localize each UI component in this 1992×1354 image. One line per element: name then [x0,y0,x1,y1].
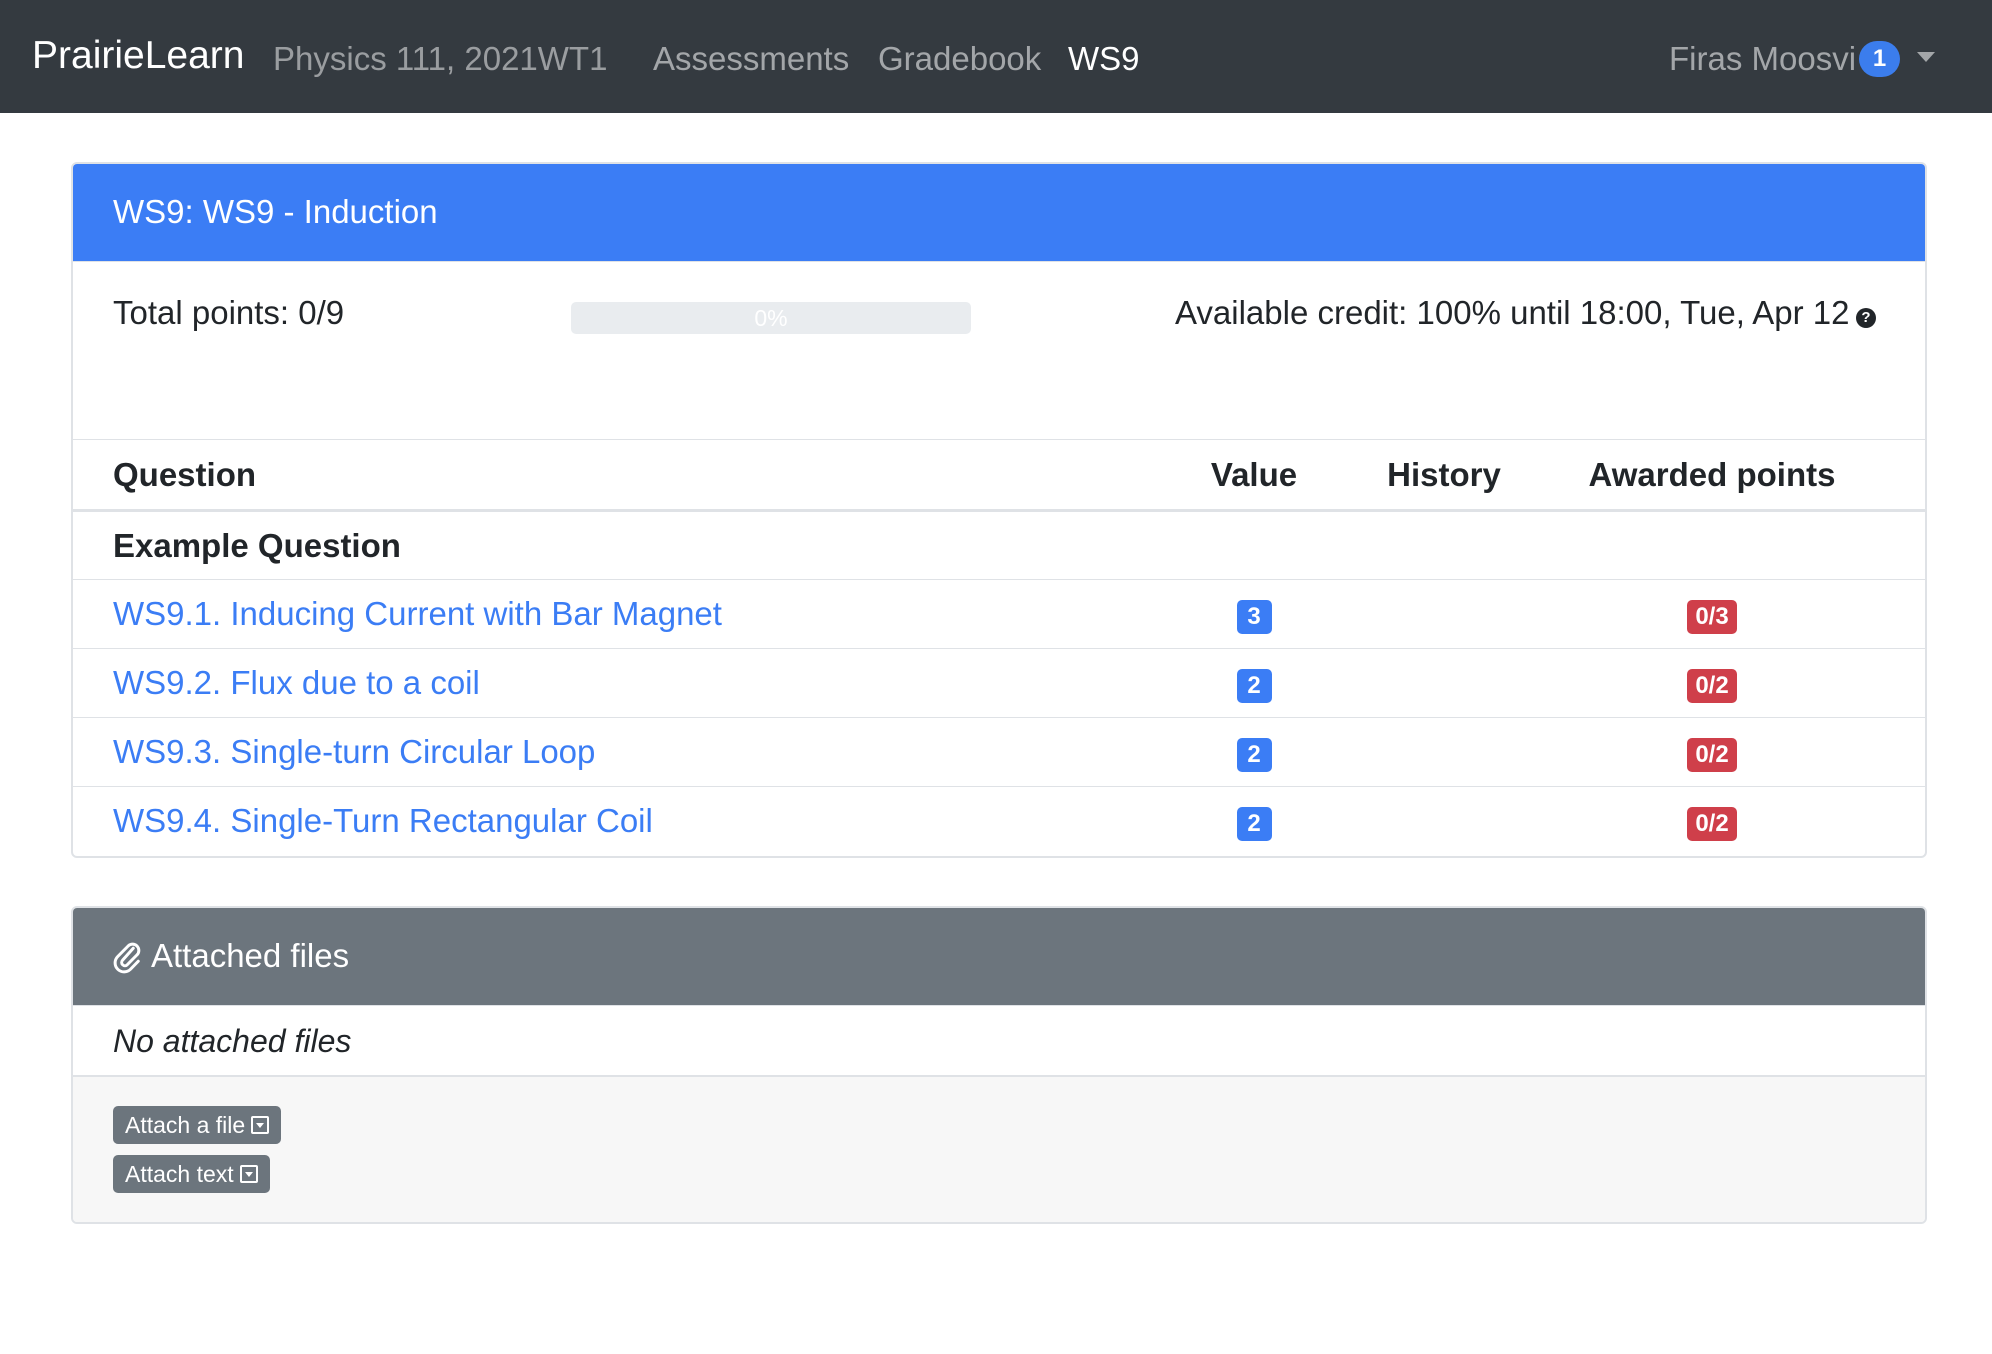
attach-file-button[interactable]: Attach a file [113,1106,282,1144]
total-points: Total points: 0/9 [113,294,345,331]
assessment-card: WS9: WS9 - Induction Total points: 0/9 0… [71,162,1927,858]
history-cell [1349,579,1539,649]
assessment-header: WS9: WS9 - Induction [73,164,1925,261]
table-row: WS9.2. Flux due to a coil 2 0/2 [73,648,1925,718]
progress-label: 0% [754,305,788,331]
assessment-summary: Total points: 0/9 0% Available credit: 1… [73,261,1925,439]
table-row: WS9.1. Inducing Current with Bar Magnet … [73,579,1925,649]
brand-link[interactable]: PrairieLearn [32,34,244,78]
awarded-badge: 0/2 [1687,807,1737,842]
group-row: Example Question [73,510,1925,580]
value-badge: 2 [1236,807,1272,842]
table-row: WS9.4. Single-Turn Rectangular Coil 2 0/… [73,786,1925,856]
attached-files-title: Attached files [151,937,350,974]
top-navbar: PrairieLearn Physics 111, 2021WT1 Assess… [0,0,1992,113]
question-link[interactable]: WS9.3. Single-turn Circular Loop [113,733,595,770]
attach-text-label: Attach text [125,1161,234,1187]
nav-assessments[interactable]: Assessments [653,40,849,78]
chevron-down-icon[interactable] [1917,52,1935,62]
col-question: Question [73,439,1159,512]
attach-text-button[interactable]: Attach text [113,1155,270,1193]
value-badge: 3 [1236,600,1272,634]
course-name[interactable]: Physics 111, 2021WT1 [273,40,607,78]
attached-files-header: Attached files [73,908,1925,1005]
notification-badge: 1 [1859,41,1900,77]
table-header-row: Question Value History Awarded points [73,439,1925,512]
awarded-badge: 0/2 [1687,738,1737,772]
question-circle-icon[interactable]: ? [1856,308,1876,328]
user-menu[interactable]: Firas Moosvi [1669,40,1856,78]
questions-table: Question Value History Awarded points Ex… [73,439,1925,856]
group-title: Example Question [73,510,1925,580]
points-progress-bar: 0% [571,302,971,334]
caret-square-down-icon [251,1116,270,1134]
question-link[interactable]: WS9.2. Flux due to a coil [113,664,480,701]
question-link[interactable]: WS9.4. Single-Turn Rectangular Coil [113,802,653,839]
caret-square-down-icon [239,1165,258,1183]
question-link[interactable]: WS9.1. Inducing Current with Bar Magnet [113,595,722,632]
awarded-badge: 0/3 [1687,600,1737,634]
value-badge: 2 [1236,669,1272,703]
assessment-title: WS9: WS9 - Induction [113,193,438,230]
history-cell [1349,648,1539,718]
history-cell [1349,786,1539,856]
nav-ws9[interactable]: WS9 [1068,40,1140,78]
value-badge: 2 [1236,738,1272,772]
paperclip-icon [113,942,141,974]
table-row: WS9.3. Single-turn Circular Loop 2 0/2 [73,717,1925,787]
awarded-badge: 0/2 [1687,669,1737,703]
col-value: Value [1159,439,1349,512]
history-cell [1349,717,1539,787]
col-history: History [1349,439,1539,512]
attach-file-label: Attach a file [125,1112,246,1138]
nav-gradebook[interactable]: Gradebook [878,40,1041,78]
available-credit: Available credit: 100% until 18:00, Tue,… [1175,294,1850,331]
col-awarded: Awarded points [1539,439,1925,512]
attached-files-card: Attached files No attached files Attach … [71,906,1927,1224]
no-attached-files: No attached files [73,1005,1925,1075]
attach-footer: Attach a file Attach text [73,1075,1925,1222]
